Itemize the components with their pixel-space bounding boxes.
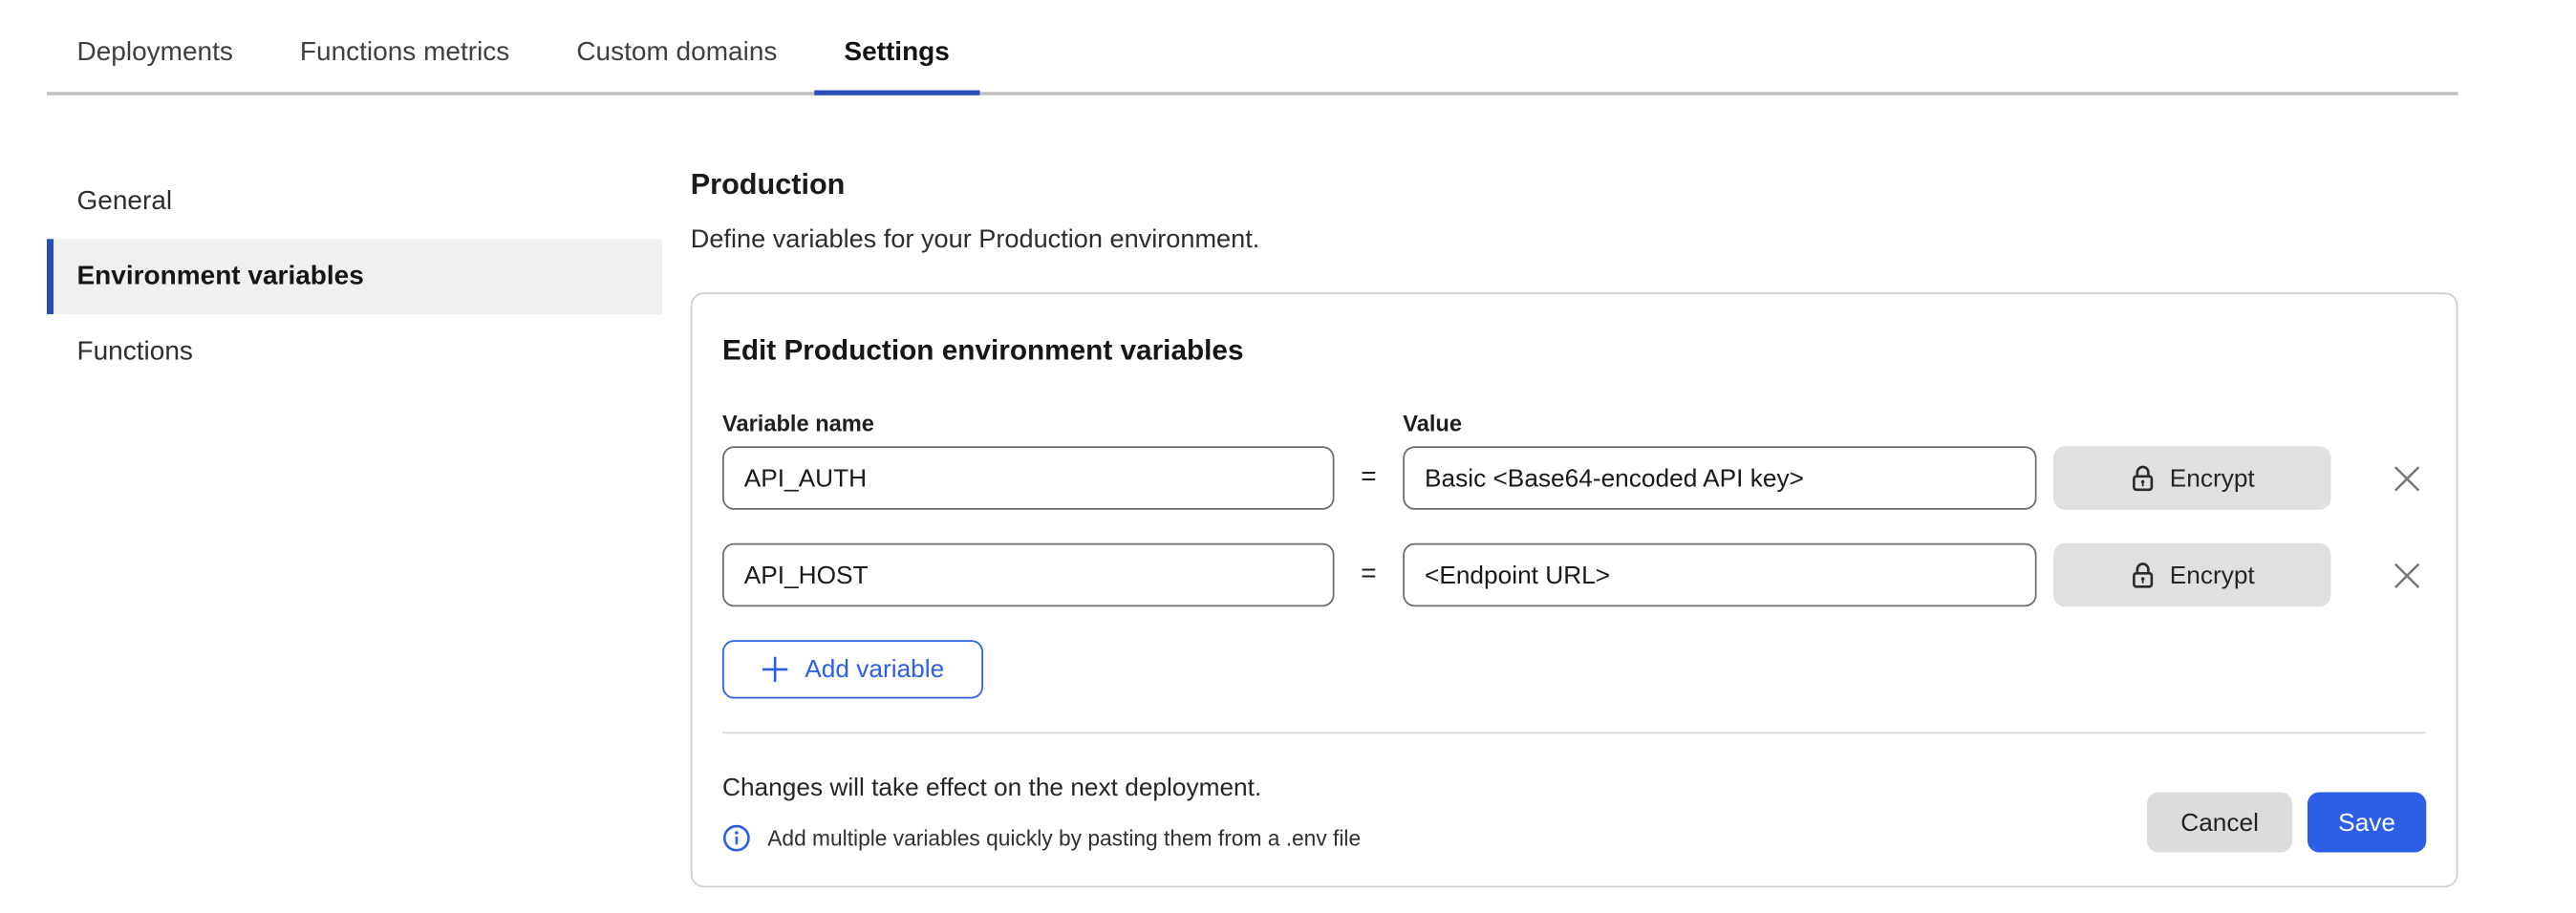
- encrypt-button[interactable]: Encrypt: [2053, 446, 2331, 510]
- variable-value-input[interactable]: [1403, 543, 2036, 607]
- settings-sidebar: General Environment variables Functions: [47, 164, 662, 888]
- encrypt-button-label: Encrypt: [2170, 561, 2255, 589]
- variable-value-input[interactable]: [1403, 446, 2036, 510]
- card-title: Edit Production environment variables: [722, 334, 2426, 368]
- sidebar-item-general[interactable]: General: [47, 164, 662, 240]
- variable-row: = Encrypt: [722, 543, 2426, 607]
- encrypt-button[interactable]: Encrypt: [2053, 543, 2331, 607]
- info-icon: [722, 824, 751, 853]
- sidebar-item-functions[interactable]: Functions: [47, 314, 662, 390]
- equals-sign: =: [1335, 463, 1404, 494]
- variable-name-input[interactable]: [722, 446, 1335, 510]
- plus-icon: [762, 655, 790, 684]
- tab-custom-domains[interactable]: Custom domains: [547, 0, 807, 92]
- variable-row: = Encrypt: [722, 446, 2426, 510]
- save-button[interactable]: Save: [2308, 793, 2426, 853]
- variable-name-input[interactable]: [722, 543, 1335, 607]
- remove-variable-button[interactable]: [2386, 458, 2426, 499]
- main-content: Production Define variables for your Pro…: [691, 164, 2458, 888]
- tab-bar: Deployments Functions metrics Custom dom…: [47, 0, 2458, 96]
- remove-variable-button[interactable]: [2386, 555, 2426, 595]
- tab-functions-metrics[interactable]: Functions metrics: [269, 0, 539, 92]
- sidebar-item-environment-variables[interactable]: Environment variables: [47, 239, 662, 314]
- tab-deployments[interactable]: Deployments: [47, 0, 263, 92]
- add-variable-button[interactable]: Add variable: [722, 640, 983, 698]
- lock-icon: [2130, 465, 2155, 492]
- deployment-note: Changes will take effect on the next dep…: [722, 774, 1361, 802]
- equals-sign: =: [1335, 560, 1404, 590]
- page: Deployments Functions metrics Custom dom…: [0, 0, 2576, 913]
- x-icon: [2392, 561, 2420, 589]
- column-headers: Variable name Value: [722, 412, 2426, 436]
- encrypt-button-label: Encrypt: [2170, 464, 2255, 493]
- page-title: Production: [691, 167, 2458, 202]
- value-column-label: Value: [1403, 412, 1462, 436]
- card-divider: [722, 733, 2426, 734]
- page-description: Define variables for your Production env…: [691, 225, 2458, 256]
- variable-name-column-label: Variable name: [722, 412, 1403, 436]
- env-file-hint: Add multiple variables quickly by pastin…: [767, 826, 1361, 851]
- lock-icon: [2130, 562, 2155, 588]
- cancel-button[interactable]: Cancel: [2147, 793, 2292, 853]
- add-variable-label: Add variable: [805, 655, 944, 684]
- x-icon: [2392, 464, 2420, 493]
- tab-settings[interactable]: Settings: [814, 0, 979, 92]
- env-vars-card: Edit Production environment variables Va…: [691, 292, 2458, 887]
